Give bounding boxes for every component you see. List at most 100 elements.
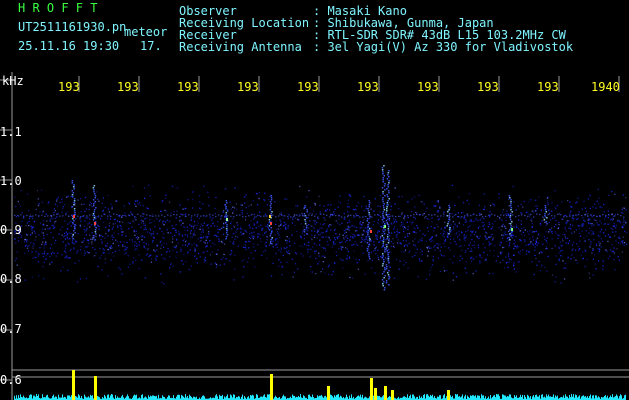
noise-dot xyxy=(623,218,625,220)
meter-bar xyxy=(30,394,31,400)
noise-dot xyxy=(388,213,390,215)
noise-dot xyxy=(150,215,152,217)
noise-dot xyxy=(377,257,379,259)
noise-dot xyxy=(252,200,254,202)
noise-dot xyxy=(135,219,137,221)
carrier-dot xyxy=(500,214,502,216)
trace-dot xyxy=(383,281,385,283)
trace-dot xyxy=(544,213,546,215)
noise-dot xyxy=(349,221,351,223)
noise-dot xyxy=(516,226,518,228)
noise-dot xyxy=(232,242,234,244)
trace-dot xyxy=(382,241,385,243)
noise-dot xyxy=(204,215,207,218)
noise-dot xyxy=(408,251,410,253)
noise-dot xyxy=(95,235,97,237)
carrier-dot xyxy=(377,214,379,216)
noise-dot xyxy=(41,201,44,203)
noise-dot xyxy=(565,267,567,269)
noise-dot xyxy=(257,237,259,239)
noise-dot xyxy=(49,263,51,265)
noise-dot xyxy=(513,254,515,256)
noise-dot xyxy=(307,216,309,219)
noise-dot xyxy=(113,219,115,221)
noise-dot xyxy=(333,213,335,215)
noise-dot xyxy=(619,237,621,240)
noise-dot xyxy=(306,244,308,246)
trace-dot xyxy=(386,178,389,180)
noise-dot xyxy=(51,261,53,263)
noise-dot xyxy=(449,258,451,260)
meter-bar xyxy=(620,394,621,400)
noise-dot xyxy=(258,192,260,194)
noise-dot xyxy=(91,232,93,234)
noise-dot xyxy=(511,237,513,239)
noise-dot xyxy=(395,234,397,236)
noise-dot xyxy=(421,240,423,242)
noise-dot xyxy=(49,219,51,221)
noise-dot xyxy=(390,205,392,207)
noise-dot xyxy=(161,221,164,223)
noise-dot xyxy=(482,225,484,227)
noise-dot xyxy=(447,236,449,239)
noise-dot xyxy=(531,231,533,233)
noise-dot xyxy=(342,246,344,248)
carrier-dot xyxy=(353,215,355,217)
noise-dot xyxy=(359,222,361,224)
carrier-dot xyxy=(494,214,496,216)
noise-dot xyxy=(220,240,223,243)
trace-dot xyxy=(72,238,74,240)
carrier-dot xyxy=(404,216,406,218)
noise-dot xyxy=(331,246,333,248)
trace-dot xyxy=(510,199,512,201)
noise-dot xyxy=(493,255,495,257)
carrier-dot xyxy=(578,214,580,216)
noise-dot xyxy=(240,226,242,228)
meter-bar xyxy=(465,394,466,400)
noise-dot xyxy=(135,205,137,207)
noise-dot xyxy=(38,275,40,277)
carrier-dot xyxy=(464,215,466,217)
meter-bar xyxy=(178,394,179,400)
meter-bar xyxy=(168,395,169,400)
meter-bar xyxy=(369,396,370,400)
noise-dot xyxy=(156,232,158,235)
noise-dot xyxy=(379,225,382,228)
noise-dot xyxy=(106,217,109,220)
noise-dot xyxy=(253,246,255,248)
noise-dot xyxy=(64,256,66,259)
noise-dot xyxy=(468,193,471,195)
meter-bar xyxy=(421,396,422,400)
noise-dot xyxy=(430,225,432,228)
noise-dot xyxy=(374,249,376,251)
noise-dot xyxy=(144,247,147,249)
noise-dot xyxy=(285,261,288,263)
meter-bar xyxy=(55,396,56,400)
noise-dot xyxy=(456,231,458,234)
noise-dot xyxy=(565,237,567,240)
meter-bar xyxy=(437,396,438,400)
noise-dot xyxy=(465,237,467,239)
noise-dot xyxy=(431,221,433,223)
noise-dot xyxy=(373,244,375,246)
noise-dot xyxy=(272,240,274,242)
noise-dot xyxy=(312,246,314,248)
noise-dot xyxy=(371,259,374,262)
noise-dot xyxy=(24,252,26,254)
noise-dot xyxy=(170,264,172,266)
peak-dot xyxy=(73,215,75,218)
noise-dot xyxy=(208,233,210,235)
noise-dot xyxy=(317,263,319,265)
noise-dot xyxy=(464,251,467,253)
trace-dot xyxy=(508,197,511,199)
noise-dot xyxy=(310,266,312,268)
noise-dot xyxy=(311,225,313,227)
noise-dot xyxy=(324,272,326,274)
noise-dot xyxy=(52,236,54,239)
noise-dot xyxy=(194,255,196,257)
meter-bar xyxy=(182,395,183,400)
noise-dot xyxy=(607,240,609,243)
noise-dot xyxy=(370,267,373,269)
meter-bar xyxy=(446,396,447,400)
meter-bar xyxy=(108,394,109,400)
